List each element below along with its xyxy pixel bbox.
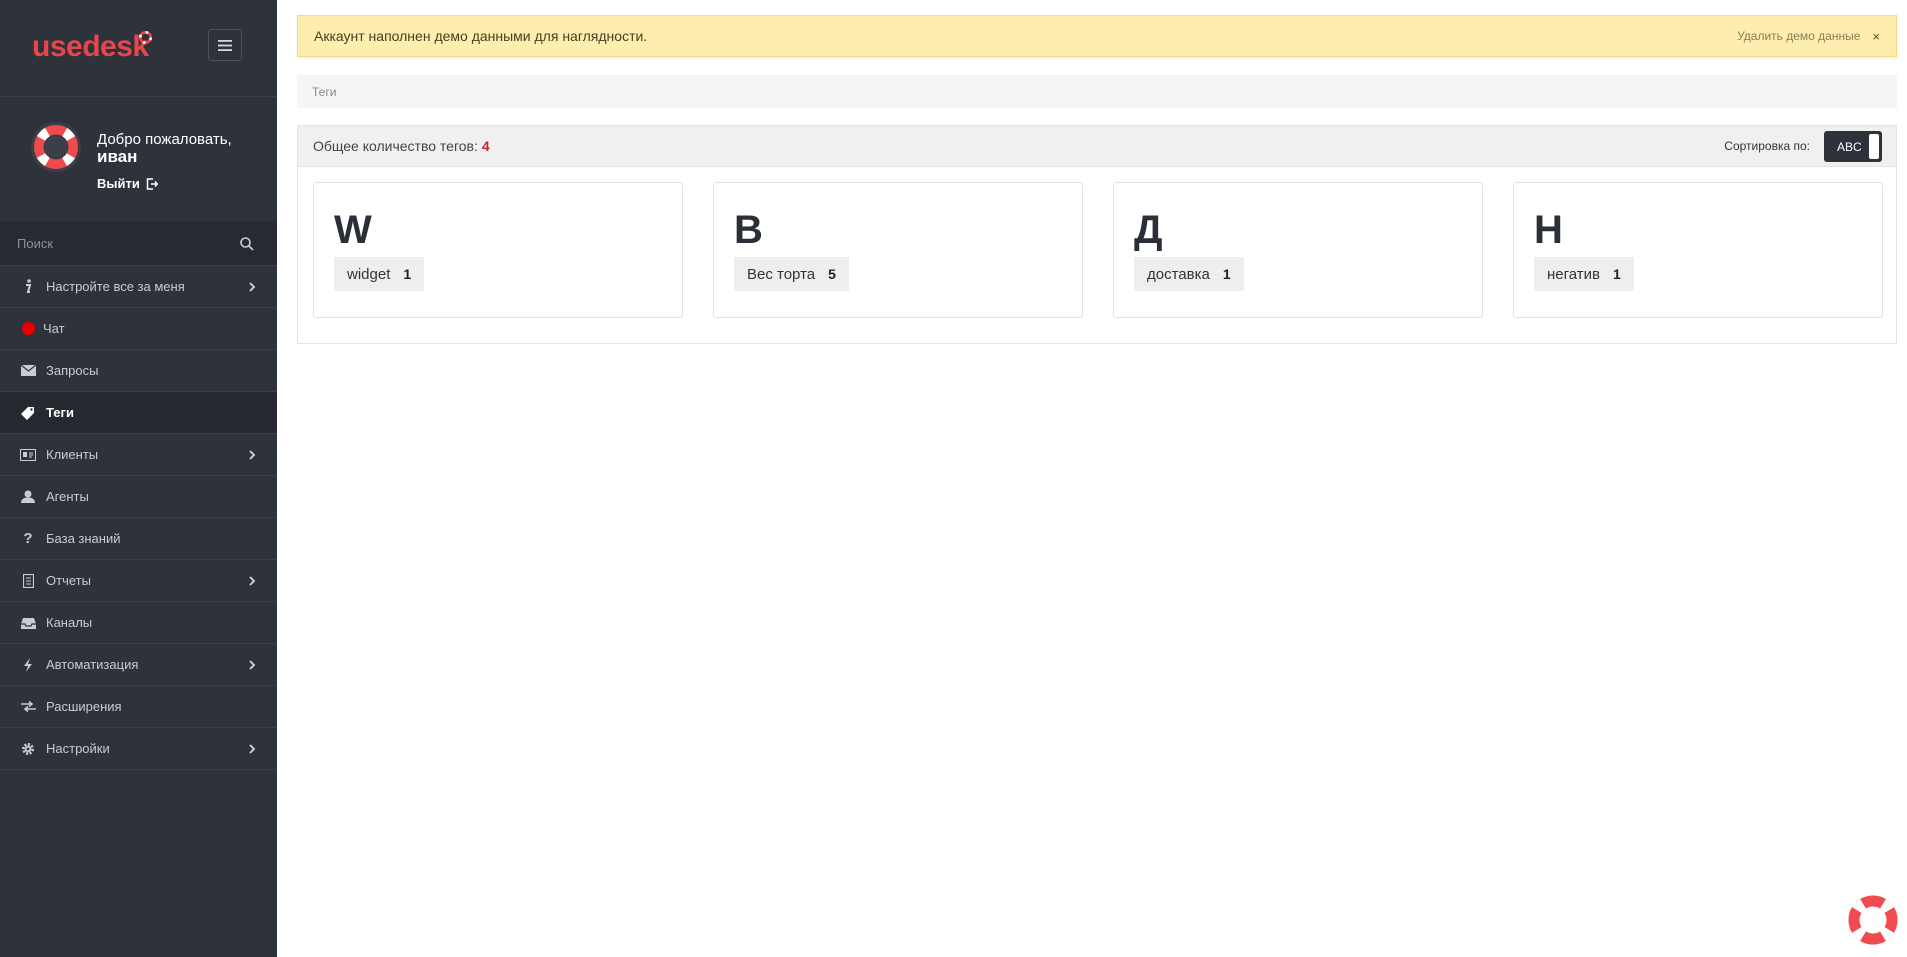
- tag-name: widget: [347, 265, 391, 283]
- sidebar-item-requests[interactable]: Запросы: [0, 350, 277, 392]
- greeting-label: Добро пожаловать,: [97, 131, 232, 148]
- contacts-card-icon: [20, 447, 36, 463]
- usedesk-logo[interactable]: usedesk: [32, 30, 149, 64]
- group-letter: Д: [1134, 208, 1163, 252]
- tag-chip[interactable]: негатив 1: [1534, 257, 1634, 291]
- sidebar-item-label: Настройте все за меня: [46, 279, 185, 294]
- demo-data-alert: Аккаунт наполнен демо данными для нагляд…: [297, 15, 1897, 57]
- sidebar-item-agents[interactable]: Агенты: [0, 476, 277, 518]
- sidebar-item-extensions[interactable]: Расширения: [0, 686, 277, 728]
- sidebar-item-label: Клиенты: [46, 447, 99, 462]
- sidebar-item-channels[interactable]: Каналы: [0, 602, 277, 644]
- tag-count: 1: [1222, 266, 1231, 282]
- question-icon: ?: [23, 530, 33, 547]
- toggle-knob: [1869, 134, 1879, 159]
- sidebar-search: [0, 221, 277, 266]
- tags-icon: [20, 405, 36, 421]
- chevron-right-icon: [249, 282, 256, 292]
- bolt-icon: [20, 657, 36, 673]
- group-letter: В: [734, 208, 763, 252]
- tag-group-card: Д доставка 1: [1113, 182, 1483, 318]
- total-tags-label: Общее количество тегов:: [313, 138, 478, 154]
- sidebar-item-reports[interactable]: Отчеты: [0, 560, 277, 602]
- group-letter: W: [334, 208, 372, 252]
- tag-count: 1: [1613, 266, 1621, 282]
- sidebar-item-label: База знаний: [46, 531, 121, 546]
- tag-chip[interactable]: widget 1: [334, 257, 425, 291]
- menu-toggle-button[interactable]: [208, 29, 242, 61]
- chevron-right-icon: [249, 660, 256, 670]
- tags-panel: Общее количество тегов: 4 Сортировка по:…: [297, 125, 1897, 344]
- sidebar-item-clients[interactable]: Клиенты: [0, 434, 277, 476]
- tag-chip[interactable]: доставка 1: [1134, 257, 1244, 291]
- tag-group-card: W widget 1: [313, 182, 683, 318]
- tag-count: 1: [403, 266, 412, 282]
- sidebar-item-label: Каналы: [46, 615, 93, 630]
- tag-group-card: Н негатив 1: [1513, 182, 1883, 318]
- tag-count: 5: [828, 266, 836, 282]
- logout-icon: [146, 177, 158, 190]
- search-icon[interactable]: [239, 236, 255, 252]
- tags-panel-header: Общее количество тегов: 4 Сортировка по:…: [298, 126, 1896, 167]
- chevron-right-icon: [249, 744, 256, 754]
- logout-link[interactable]: Выйти: [97, 176, 158, 191]
- transfer-icon: [20, 699, 36, 715]
- sort-value: ABC: [1837, 139, 1862, 154]
- sidebar-item-tags[interactable]: Теги: [0, 392, 277, 434]
- status-dot-icon: [22, 322, 35, 335]
- chevron-right-icon: [249, 450, 256, 460]
- tag-groups: W widget 1 В Вес торта 5 Д доставка 1 Н …: [313, 182, 1883, 318]
- brand-header: usedesk: [0, 0, 277, 97]
- main-content: Аккаунт наполнен демо данными для нагляд…: [277, 0, 1907, 957]
- sidebar-item-label: Настройки: [46, 741, 110, 756]
- sort-toggle[interactable]: ABC: [1824, 131, 1882, 162]
- inbox-icon: [20, 615, 36, 631]
- welcome-text: Добро пожаловать, иван: [97, 131, 232, 165]
- sidebar-item-label: Расширения: [46, 699, 122, 714]
- sidebar-item-setup[interactable]: Настройте все за меня: [0, 266, 277, 308]
- close-icon[interactable]: ×: [1872, 29, 1880, 44]
- sidebar-nav: Настройте все за меня Чат Запросы Теги К…: [0, 266, 277, 770]
- sidebar-item-label: Автоматизация: [46, 657, 139, 672]
- sidebar-item-label: Агенты: [46, 489, 89, 504]
- hamburger-icon: [218, 39, 232, 51]
- sidebar: usedesk Добро пожаловать, иван Выйти Пои…: [0, 0, 277, 957]
- delete-demo-data-link[interactable]: Удалить демо данные: [1737, 29, 1860, 43]
- tag-chip[interactable]: Вес торта 5: [734, 257, 849, 291]
- logout-label: Выйти: [97, 176, 140, 191]
- chevron-right-icon: [249, 576, 256, 586]
- tag-name: доставка: [1147, 265, 1210, 283]
- sidebar-item-label: Запросы: [46, 363, 99, 378]
- info-icon: [20, 279, 36, 295]
- report-icon: [20, 573, 36, 589]
- total-tags-count: 4: [481, 138, 490, 154]
- sidebar-item-settings[interactable]: Настройки: [0, 728, 277, 770]
- sidebar-item-automation[interactable]: Автоматизация: [0, 644, 277, 686]
- envelope-icon: [20, 363, 36, 379]
- tag-group-card: В Вес торта 5: [713, 182, 1083, 318]
- sidebar-item-label: Теги: [46, 405, 74, 420]
- tag-name: негатив: [1547, 265, 1600, 283]
- sidebar-item-label: Отчеты: [46, 573, 91, 588]
- user-icon: [20, 489, 36, 505]
- tag-name: Вес торта: [747, 265, 816, 283]
- group-letter: Н: [1534, 208, 1563, 252]
- user-name: иван: [97, 147, 138, 166]
- avatar[interactable]: [30, 121, 82, 173]
- sidebar-item-chat[interactable]: Чат: [0, 308, 277, 350]
- sort-label: Сортировка по:: [1724, 139, 1810, 153]
- sidebar-item-label: Чат: [43, 321, 65, 336]
- user-panel: Добро пожаловать, иван Выйти: [0, 97, 277, 221]
- search-input[interactable]: [0, 221, 277, 266]
- logo-lifebuoy-icon: [139, 31, 152, 44]
- breadcrumb: Теги: [297, 75, 1897, 108]
- gear-icon: [20, 741, 36, 757]
- help-lifebuoy-icon[interactable]: [1847, 894, 1899, 946]
- breadcrumb-current: Теги: [312, 84, 337, 99]
- alert-text: Аккаунт наполнен демо данными для нагляд…: [314, 28, 648, 44]
- sidebar-item-knowledge-base[interactable]: ? База знаний: [0, 518, 277, 560]
